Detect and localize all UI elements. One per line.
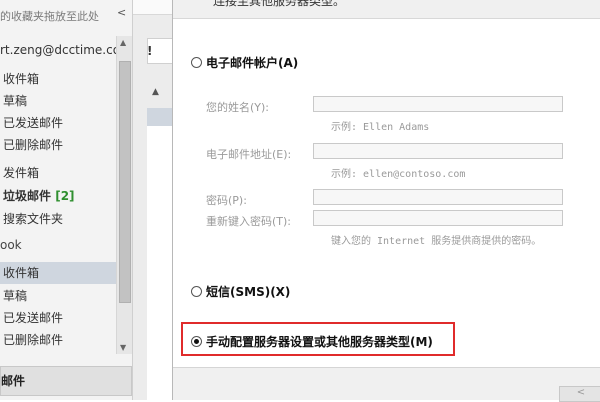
account-header[interactable]: rt.zeng@dcctime.co bbox=[0, 43, 120, 57]
folder-outbox[interactable]: 发件箱 bbox=[3, 162, 39, 184]
scroll-up-icon[interactable]: ▲ bbox=[120, 38, 126, 47]
toolbar-strip bbox=[133, 0, 173, 15]
folder-drafts[interactable]: 草稿 bbox=[3, 90, 27, 112]
sms-option[interactable]: 短信(SMS)(X) bbox=[191, 283, 290, 300]
email-account-option[interactable]: 电子邮件帐户(A) bbox=[191, 54, 298, 71]
name-input[interactable] bbox=[313, 96, 563, 112]
folder-drafts-2[interactable]: 草稿 bbox=[3, 285, 27, 307]
email-account-label: 电子邮件帐户(A) bbox=[206, 56, 299, 70]
folder-deleted[interactable]: 已删除邮件 bbox=[3, 134, 63, 156]
selected-message-row[interactable] bbox=[147, 108, 173, 126]
retype-password-input[interactable] bbox=[313, 210, 563, 226]
password-hint: 键入您的 Internet 服务提供商提供的密码。 bbox=[331, 236, 542, 247]
folder-label: 收件箱 bbox=[3, 266, 40, 280]
folder-label: 已发送邮件 bbox=[3, 311, 64, 325]
folder-sent[interactable]: 已发送邮件 bbox=[3, 112, 63, 134]
folder-label: 垃圾邮件 bbox=[3, 189, 52, 203]
option-description: 连接至其他服务器类型。 bbox=[213, 0, 346, 8]
message-list-edge: ! ▲ bbox=[132, 0, 175, 400]
folder-pane: 的收藏夹拖放至此处 < rt.zeng@dcctime.co 收件箱 草稿 已发… bbox=[0, 0, 132, 400]
folder-search[interactable]: 搜索文件夹 bbox=[3, 208, 63, 230]
email-example: 示例: ellen@contoso.com bbox=[331, 169, 466, 180]
importance-icon[interactable]: ! bbox=[147, 44, 152, 58]
name-label: 您的姓名(Y): bbox=[206, 101, 270, 114]
email-account-radio[interactable] bbox=[191, 57, 202, 68]
password-input[interactable] bbox=[313, 189, 563, 205]
scroll-thumb[interactable] bbox=[119, 61, 131, 303]
folder-label: 草稿 bbox=[3, 94, 28, 108]
folder-label: 搜索文件夹 bbox=[3, 212, 64, 226]
folder-sent-2[interactable]: 已发送邮件 bbox=[3, 307, 63, 329]
folder-label: 发件箱 bbox=[3, 166, 40, 180]
message-list-area[interactable] bbox=[147, 126, 173, 400]
sms-radio[interactable] bbox=[191, 286, 202, 297]
folder-inbox[interactable]: 收件箱 bbox=[3, 68, 39, 90]
folder-label: 已发送邮件 bbox=[3, 116, 64, 130]
unread-count-badge: [2] bbox=[55, 189, 75, 203]
folder-junk[interactable]: 垃圾邮件 [2] bbox=[3, 185, 75, 207]
name-example: 示例: Ellen Adams bbox=[331, 122, 430, 133]
email-input[interactable] bbox=[313, 143, 563, 159]
favorites-drop-hint: 的收藏夹拖放至此处 bbox=[0, 10, 99, 23]
sort-arrow-icon[interactable]: ▲ bbox=[152, 87, 159, 97]
sms-label: 短信(SMS)(X) bbox=[206, 285, 291, 299]
mailbox-section-header[interactable]: ook bbox=[0, 238, 22, 252]
collapse-pane-icon[interactable]: < bbox=[117, 6, 126, 19]
mail-nav-tab[interactable]: 邮件 bbox=[0, 366, 132, 396]
retype-password-label: 重新键入密码(T): bbox=[206, 215, 292, 228]
folder-scrollbar[interactable]: ▲ ▼ bbox=[116, 36, 132, 354]
scroll-down-icon[interactable]: ▼ bbox=[120, 343, 126, 352]
highlight-annotation bbox=[181, 322, 455, 356]
folder-label: 收件箱 bbox=[3, 72, 40, 86]
folder-label: 已删除邮件 bbox=[3, 138, 64, 152]
email-label: 电子邮件地址(E): bbox=[206, 148, 292, 161]
folder-label: 草稿 bbox=[3, 289, 28, 303]
account-options-panel: 电子邮件帐户(A) 您的姓名(Y): 示例: Ellen Adams 电子邮件地… bbox=[173, 19, 600, 368]
add-account-dialog: 连接至其他服务器类型。 电子邮件帐户(A) 您的姓名(Y): 示例: Ellen… bbox=[172, 0, 600, 402]
folder-inbox-selected[interactable]: 收件箱 bbox=[0, 262, 119, 284]
folder-label: 已删除邮件 bbox=[3, 333, 64, 347]
folder-deleted-2[interactable]: 已删除邮件 bbox=[3, 329, 63, 351]
password-label: 密码(P): bbox=[206, 194, 247, 207]
